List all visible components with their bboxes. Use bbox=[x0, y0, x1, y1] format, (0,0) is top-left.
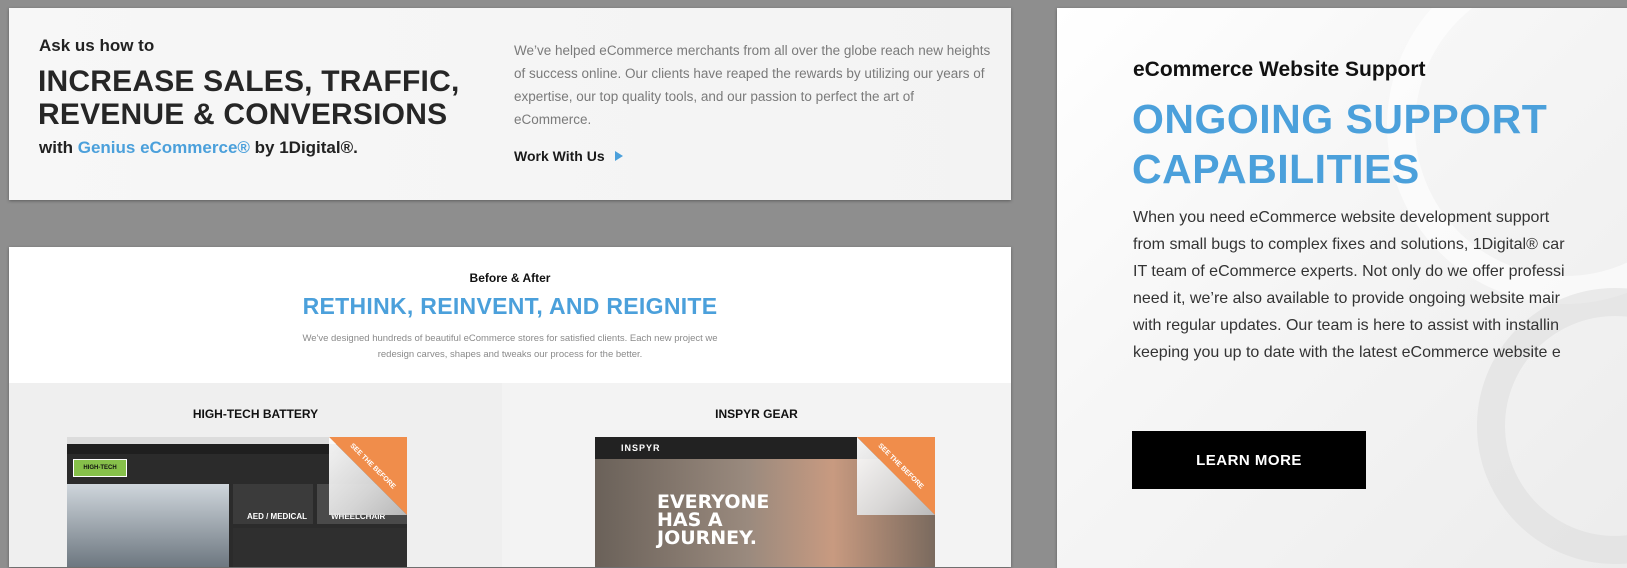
learn-more-button[interactable]: LEARN MORE bbox=[1132, 431, 1366, 489]
before-after-description: We've designed hundreds of beautiful eCo… bbox=[264, 331, 756, 363]
category-tile-aed: AED / MEDICAL bbox=[233, 484, 313, 524]
project-panel-inspyr: INSPYR GEAR INSPYR EVERYONE HAS A JOURNE… bbox=[502, 383, 1011, 567]
with-prefix: with bbox=[39, 138, 78, 157]
support-eyebrow: eCommerce Website Support bbox=[1133, 58, 1426, 81]
before-after-card: Before & After RETHINK, REINVENT, AND RE… bbox=[9, 247, 1011, 567]
with-suffix: by 1Digital®. bbox=[249, 138, 358, 157]
support-body-text: When you need eCommerce website developm… bbox=[1133, 209, 1565, 361]
hero-tile bbox=[67, 484, 229, 567]
inspyr-logo: INSPYR bbox=[621, 443, 661, 453]
work-with-us-label: Work With Us bbox=[514, 148, 605, 164]
ask-us-card: Ask us how to INCREASE SALES, TRAFFIC, R… bbox=[9, 8, 1011, 200]
project-title: INSPYR GEAR bbox=[715, 407, 798, 421]
ask-body-text: We’ve helped eCommerce merchants from al… bbox=[514, 43, 991, 127]
desc-line-1: We've designed hundreds of beautiful eCo… bbox=[302, 333, 718, 344]
hero-headline: EVERYONE HAS A JOURNEY. bbox=[657, 491, 770, 549]
before-after-title: RETHINK, REINVENT, AND REIGNITE bbox=[302, 293, 718, 319]
desc-line-2: redesign carves, shapes and tweaks our p… bbox=[377, 349, 643, 360]
support-card: eCommerce Website Support ONGOING SUPPOR… bbox=[1057, 8, 1627, 568]
arrow-right-icon bbox=[614, 151, 623, 161]
work-with-us-link[interactable]: Work With Us bbox=[514, 148, 623, 164]
high-tech-logo: HIGH-TECH bbox=[73, 459, 127, 477]
support-title: ONGOING SUPPORT CAPABILITIES bbox=[1132, 94, 1547, 194]
headline-line-1: INCREASE SALES, TRAFFIC, bbox=[38, 65, 460, 98]
project-screenshot-high-tech[interactable]: HIGH-TECH AED / MEDICAL WHEELCHAIR SEE T… bbox=[67, 437, 407, 567]
project-panel-high-tech: HIGH-TECH BATTERY HIGH-TECH AED / MEDICA… bbox=[9, 383, 502, 567]
ask-with-line: with Genius eCommerce® by 1Digital®. bbox=[39, 138, 358, 158]
ask-eyebrow: Ask us how to bbox=[39, 36, 155, 55]
before-after-eyebrow: Before & After bbox=[469, 271, 551, 285]
genius-ecommerce-link[interactable]: Genius eCommerce® bbox=[78, 138, 250, 157]
headline-line-2: REVENUE & CONVERSIONS bbox=[38, 98, 448, 131]
ask-headline: INCREASE SALES, TRAFFIC, REVENUE & CONVE… bbox=[38, 65, 460, 131]
category-tile bbox=[233, 528, 407, 567]
title-line-1: ONGOING SUPPORT bbox=[1132, 96, 1548, 142]
title-line-2: CAPABILITIES bbox=[1132, 146, 1420, 192]
project-screenshot-inspyr[interactable]: INSPYR EVERYONE HAS A JOURNEY. SEE THE B… bbox=[595, 437, 935, 567]
project-title: HIGH-TECH BATTERY bbox=[192, 407, 319, 421]
